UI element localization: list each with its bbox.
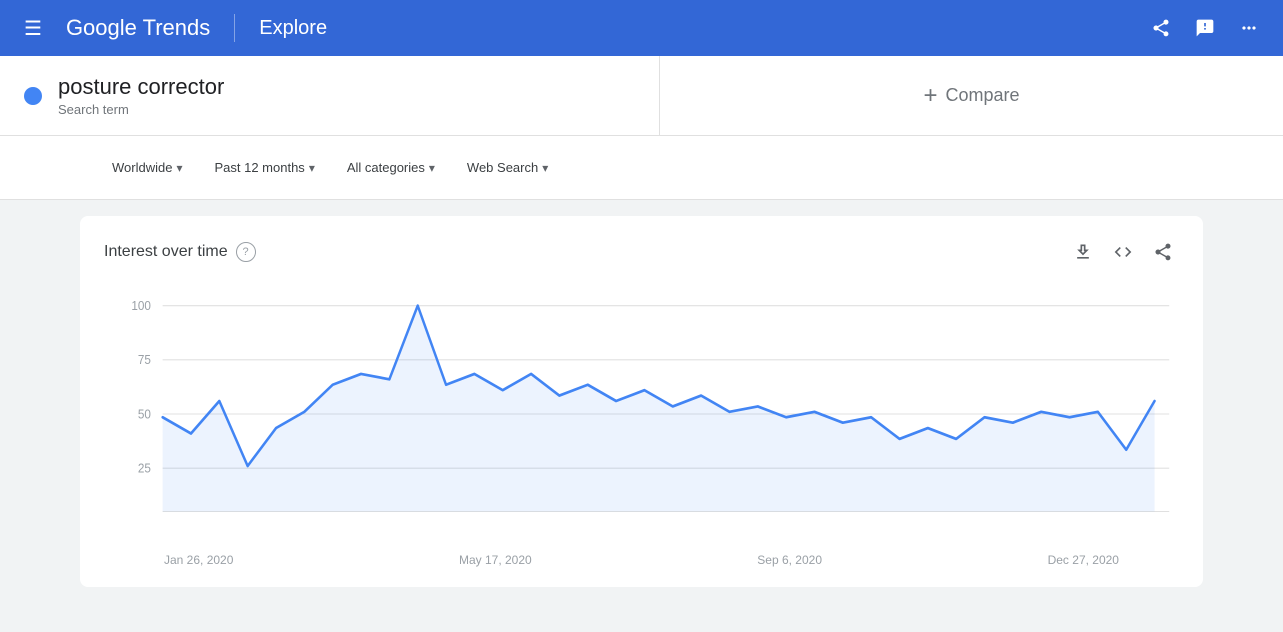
compare-section[interactable]: + Compare (660, 56, 1283, 135)
header-icons (1143, 10, 1267, 46)
feedback-icon[interactable] (1187, 10, 1223, 46)
download-icon[interactable] (1067, 236, 1099, 268)
term-info: posture corrector Search term (58, 74, 224, 117)
chart-title-area: Interest over time ? (104, 242, 256, 262)
x-label-sep: Sep 6, 2020 (757, 553, 822, 567)
share-chart-icon[interactable] (1147, 236, 1179, 268)
svg-text:100: 100 (131, 298, 151, 313)
filter-allcategories-label: All categories (347, 160, 425, 175)
search-term-section: posture corrector Search term (0, 56, 660, 135)
chart-actions (1067, 236, 1179, 268)
trend-chart: 100 75 50 25 (104, 284, 1179, 544)
filter-websearch-label: Web Search (467, 160, 538, 175)
chart-container: 100 75 50 25 Jan 26, 2020 May 17, 2020 S… (104, 284, 1179, 567)
compare-label: Compare (945, 85, 1019, 106)
term-indicator-dot (24, 87, 42, 105)
term-type: Search term (58, 102, 224, 117)
filter-websearch[interactable]: Web Search ▾ (455, 152, 560, 183)
term-name: posture corrector (58, 74, 224, 100)
filter-worldwide[interactable]: Worldwide ▾ (100, 152, 194, 183)
header-divider (234, 14, 235, 42)
chart-card: Interest over time ? (80, 216, 1203, 587)
svg-text:50: 50 (138, 407, 151, 422)
x-axis-labels: Jan 26, 2020 May 17, 2020 Sep 6, 2020 De… (104, 549, 1179, 567)
filter-past12months[interactable]: Past 12 months ▾ (202, 152, 326, 183)
x-label-jan: Jan 26, 2020 (164, 553, 233, 567)
compare-plus-icon: + (923, 82, 937, 110)
filter-past12months-label: Past 12 months (214, 160, 304, 175)
chart-header: Interest over time ? (104, 236, 1179, 268)
websearch-chevron-icon: ▾ (542, 161, 548, 175)
filter-bar: Worldwide ▾ Past 12 months ▾ All categor… (0, 136, 1283, 200)
chart-help-icon[interactable]: ? (236, 242, 256, 262)
filter-worldwide-label: Worldwide (112, 160, 172, 175)
explore-label: Explore (259, 17, 327, 40)
menu-icon[interactable]: ☰ (16, 8, 50, 49)
main-content: Interest over time ? (0, 200, 1283, 603)
past12months-chevron-icon: ▾ (309, 161, 315, 175)
chart-title: Interest over time (104, 243, 228, 261)
filter-allcategories[interactable]: All categories ▾ (335, 152, 447, 183)
embed-icon[interactable] (1107, 236, 1139, 268)
x-label-dec: Dec 27, 2020 (1048, 553, 1119, 567)
app-header: ☰ Google Trends Explore (0, 0, 1283, 56)
share-icon[interactable] (1143, 10, 1179, 46)
allcategories-chevron-icon: ▾ (429, 161, 435, 175)
apps-icon[interactable] (1231, 10, 1267, 46)
svg-text:25: 25 (138, 461, 151, 476)
x-label-may: May 17, 2020 (459, 553, 532, 567)
app-logo: Google Trends (66, 15, 210, 41)
worldwide-chevron-icon: ▾ (176, 161, 182, 175)
search-area: posture corrector Search term + Compare (0, 56, 1283, 136)
google-trends-logo-text: Google Trends (66, 15, 210, 41)
svg-text:75: 75 (138, 353, 151, 368)
